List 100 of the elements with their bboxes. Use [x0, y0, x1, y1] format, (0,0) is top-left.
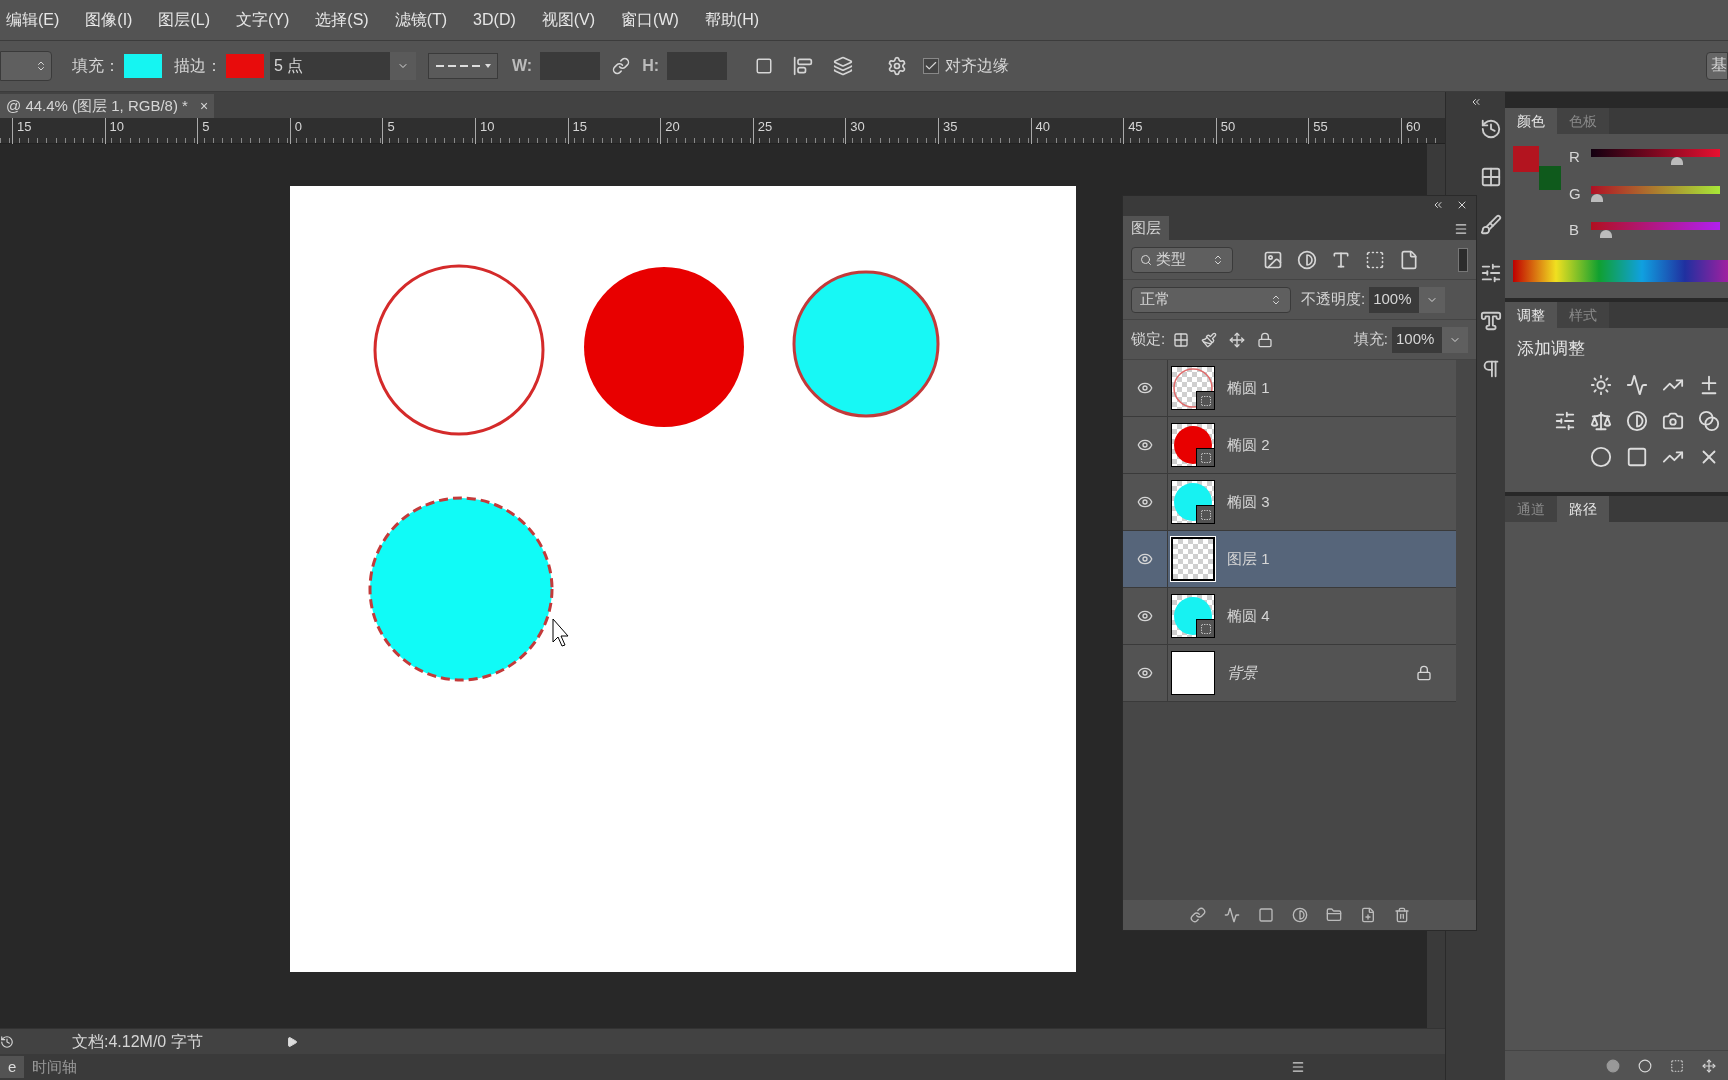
delete-icon[interactable]: [1393, 907, 1410, 923]
panel-menu-icon[interactable]: [1291, 1060, 1305, 1074]
visibility-icon[interactable]: [1137, 608, 1153, 624]
panel-tab[interactable]: 颜色: [1505, 108, 1557, 134]
visibility-icon[interactable]: [1137, 494, 1153, 510]
channel-label: G: [1569, 183, 1579, 204]
layer-row[interactable]: 椭圆 2: [1123, 417, 1456, 474]
shape-filter-icon[interactable]: [1365, 249, 1385, 270]
panel-tab[interactable]: 色板: [1557, 108, 1609, 134]
menu-item[interactable]: 帮助(H): [704, 8, 760, 32]
selection-icon[interactable]: [1670, 1058, 1684, 1073]
half-filled-circle-icon[interactable]: [1626, 409, 1648, 432]
history-icon[interactable]: [1480, 118, 1502, 140]
panel-heading: 添加调整: [1516, 338, 1586, 360]
document-tab[interactable]: @ 44.4% (图层 1, RGB/8) * ×: [0, 94, 215, 118]
foreground-color-swatch[interactable]: [1513, 146, 1539, 172]
menu-item[interactable]: 滤镜(T): [394, 8, 448, 32]
brightness-icon[interactable]: [1590, 373, 1612, 396]
bottom-panel-tab[interactable]: e: [0, 1055, 25, 1079]
menu-item[interactable]: 图层(L): [158, 8, 210, 32]
shape-path-icon: [1199, 451, 1212, 464]
channel-label: B: [1569, 220, 1579, 240]
layer-filter-dropdown[interactable]: 类型: [1131, 246, 1233, 273]
menu-item[interactable]: 编辑(E): [6, 8, 60, 32]
lock-position-icon[interactable]: [1229, 331, 1246, 348]
visibility-icon[interactable]: [1137, 665, 1153, 681]
menu-item[interactable]: 窗口(W): [621, 8, 679, 32]
ruler-label: 5: [382, 118, 475, 144]
ruler-label: 0: [289, 118, 383, 144]
layer-row[interactable]: 图层 1: [1123, 531, 1456, 588]
fill-label: 填充：: [72, 56, 120, 76]
width-label: W:: [512, 56, 533, 76]
ruler-label: 20: [660, 118, 753, 144]
ruler-label: 30: [845, 118, 938, 144]
layer-row[interactable]: 椭圆 1: [1123, 360, 1456, 417]
layer-row[interactable]: 背景: [1123, 645, 1456, 702]
width-field[interactable]: [540, 52, 601, 80]
fill-field[interactable]: 100%: [1392, 326, 1442, 353]
visibility-icon[interactable]: [1137, 551, 1153, 567]
layer-thumbnail: [1171, 651, 1215, 695]
background-color-swatch[interactable]: [1539, 166, 1561, 190]
panel-tab[interactable]: 图层: [1123, 216, 1169, 240]
image-filter-icon[interactable]: [1263, 249, 1283, 270]
fill-label: 填充:: [1353, 329, 1388, 350]
fill-swatch[interactable]: [124, 54, 162, 78]
height-field[interactable]: [667, 52, 728, 80]
filter-toggle[interactable]: [1458, 247, 1468, 272]
link-layers-icon[interactable]: [1189, 907, 1206, 923]
bottom-panel-tab[interactable]: 时间轴: [24, 1055, 86, 1079]
panel-tab[interactable]: 样式: [1557, 302, 1609, 328]
brush-icon[interactable]: [1480, 214, 1502, 236]
menu-item[interactable]: 视图(V): [541, 8, 596, 32]
align-edges-label: 对齐边缘: [945, 56, 1010, 76]
panel-tab[interactable]: 调整: [1505, 302, 1557, 328]
stroke-swatch[interactable]: [226, 54, 264, 78]
blend-mode-dropdown[interactable]: 正常: [1131, 286, 1291, 313]
close-icon[interactable]: [1456, 199, 1468, 211]
color-spectrum[interactable]: [1513, 259, 1728, 282]
visibility-icon[interactable]: [1137, 380, 1153, 396]
smart-object-filter-icon[interactable]: [1399, 249, 1419, 270]
checkmark-icon: [924, 59, 939, 73]
visibility-icon[interactable]: [1137, 437, 1153, 453]
adjustment-filter-icon[interactable]: [1297, 249, 1317, 270]
new-layer-icon[interactable]: [1359, 907, 1376, 923]
play-icon[interactable]: [286, 1035, 298, 1048]
lock-all-icon[interactable]: [1257, 331, 1274, 348]
lock-pixels-icon[interactable]: [1201, 331, 1218, 348]
stroke-style-dropdown[interactable]: [428, 53, 498, 79]
settings-icon[interactable]: [887, 56, 908, 76]
new-group-icon[interactable]: [1325, 907, 1342, 923]
channel-label: R: [1569, 147, 1579, 167]
history-icon[interactable]: [0, 1034, 14, 1049]
panel-tab[interactable]: 通道: [1505, 496, 1557, 522]
status-text: 文档:4.12M/0 字节: [72, 1031, 204, 1052]
menu-item[interactable]: 选择(S): [315, 8, 369, 32]
workspace-button[interactable]: 基: [1706, 52, 1728, 80]
ruler-label: 5: [197, 118, 290, 144]
slider-thumb[interactable]: [1671, 157, 1684, 166]
updown-icon: [1270, 293, 1282, 306]
layer-row[interactable]: 椭圆 4: [1123, 588, 1456, 645]
color-balance-icon[interactable]: [1590, 409, 1612, 432]
slider-thumb[interactable]: [1600, 230, 1613, 239]
ruler-label: 40: [1030, 118, 1124, 144]
menu-item[interactable]: 文字(Y): [236, 8, 290, 32]
menu-item[interactable]: 图像(I): [85, 8, 133, 32]
opacity-field[interactable]: 100%: [1369, 286, 1420, 313]
path-alignment-icon[interactable]: [793, 56, 814, 76]
ruler-label: 15: [567, 118, 661, 144]
layer-row[interactable]: 椭圆 3: [1123, 474, 1456, 531]
panel-menu-icon[interactable]: [1454, 222, 1468, 236]
lock-transparency-icon[interactable]: [1173, 331, 1190, 348]
slider-thumb[interactable]: [1591, 193, 1603, 202]
ruler-label: 15: [12, 118, 105, 144]
collapse-icon[interactable]: [1432, 199, 1444, 211]
panel-tab[interactable]: 路径: [1557, 496, 1609, 522]
link-icon[interactable]: [612, 57, 631, 75]
align-edges-checkbox[interactable]: [923, 58, 940, 74]
menu-item[interactable]: 3D(D): [473, 8, 516, 32]
close-button[interactable]: ×: [199, 95, 209, 117]
stroke-width-field[interactable]: 5 点: [270, 52, 390, 80]
